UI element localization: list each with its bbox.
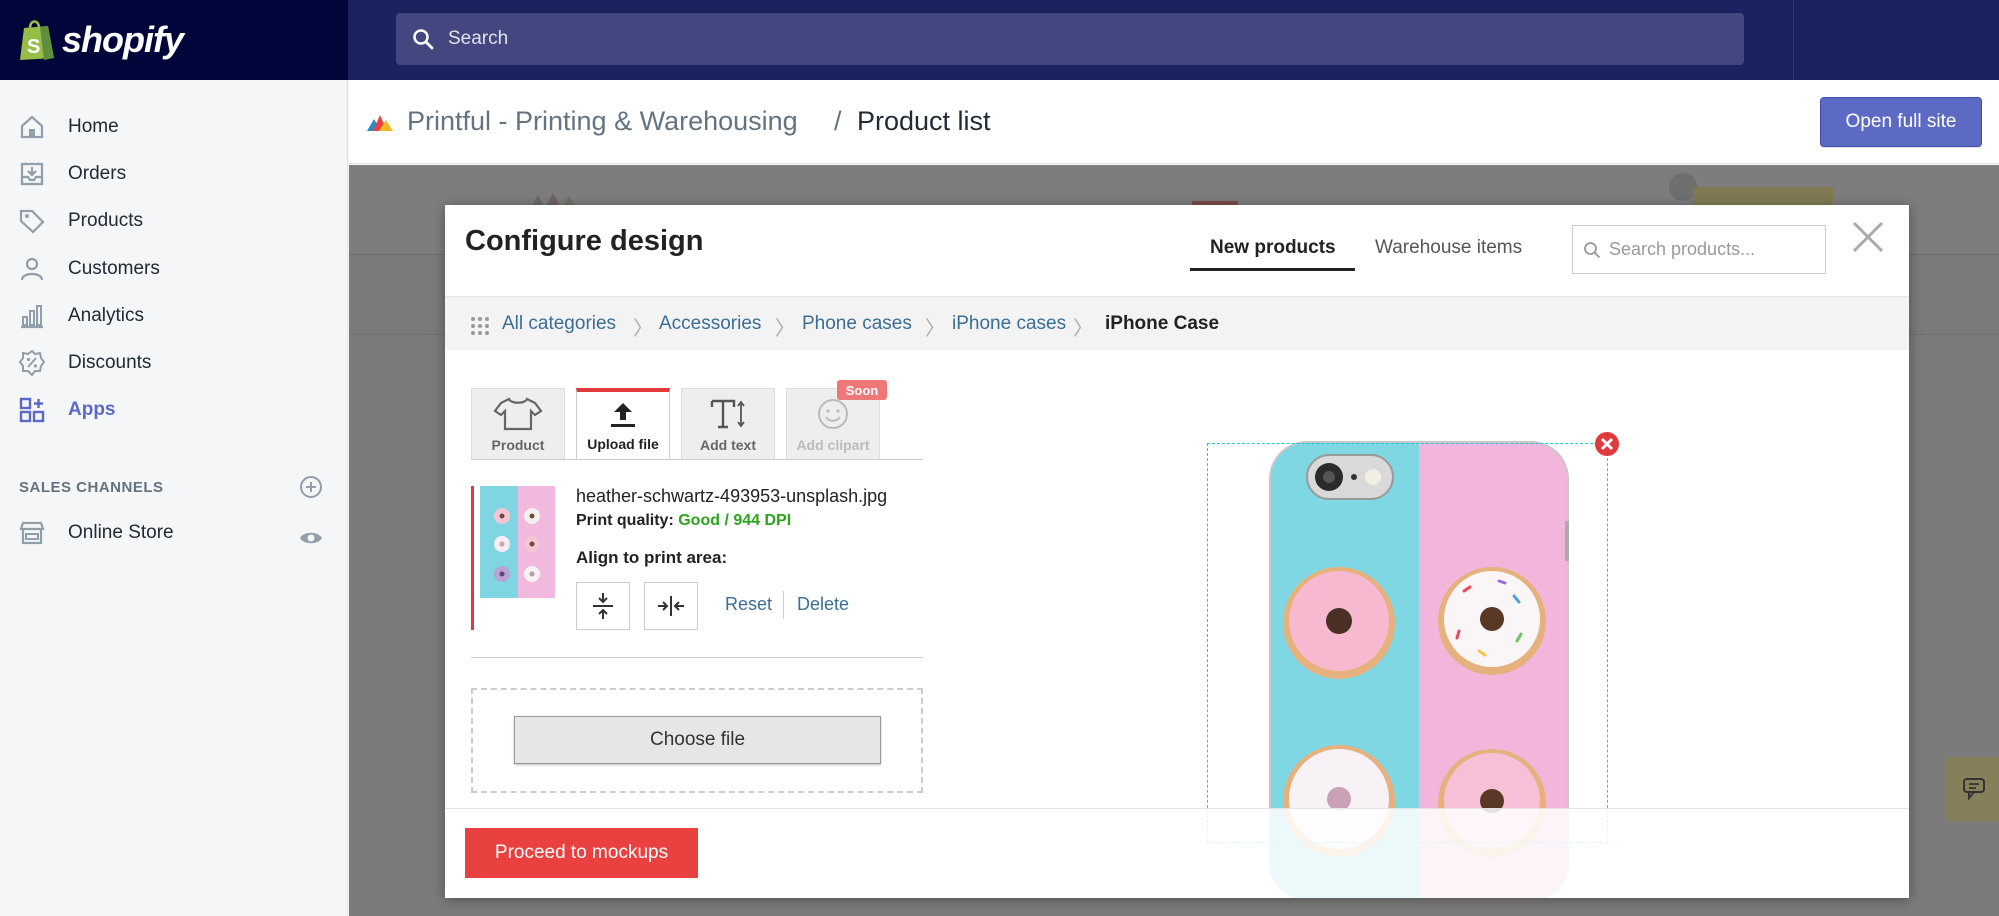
tool-label: Upload file <box>587 436 659 452</box>
app-name-breadcrumb[interactable]: Printful - Printing & Warehousing <box>407 106 798 137</box>
tool-product[interactable]: Product <box>471 388 565 460</box>
printful-logo-icon <box>367 115 393 131</box>
sidebar-label: Home <box>68 116 119 137</box>
chevron-right-icon: 〉 <box>633 318 653 340</box>
sidebar-label: Online Store <box>68 522 174 543</box>
sidebar-item-analytics[interactable]: Analytics <box>0 293 347 339</box>
chat-widget-button[interactable] <box>1945 757 1999 821</box>
breadcrumb-iphone-cases[interactable]: iPhone cases <box>952 313 1066 335</box>
shopify-logo[interactable]: S shopify <box>0 0 348 80</box>
chat-icon <box>1963 778 1985 801</box>
delete-button[interactable]: Delete <box>797 594 849 615</box>
sidebar-item-online-store[interactable]: Online Store <box>0 510 347 556</box>
align-label: Align to print area: <box>576 548 728 567</box>
tool-label: Add clipart <box>796 437 870 453</box>
print-quality-label: Print quality: <box>576 512 674 529</box>
selected-file-accent <box>471 486 474 630</box>
app-header: Printful - Printing & Warehousing / Prod… <box>349 80 1999 164</box>
search-icon <box>413 29 434 50</box>
add-circle-icon[interactable] <box>298 474 324 500</box>
open-full-site-button[interactable]: Open full site <box>1820 97 1982 147</box>
sidebar-label: Apps <box>68 399 116 420</box>
product-search-input[interactable] <box>1609 239 1809 260</box>
align-vertical-icon <box>593 593 613 619</box>
configure-design-modal: Configure design New products Warehouse … <box>445 205 1909 898</box>
modal-footer: Proceed to mockups <box>445 808 1909 898</box>
divider <box>783 591 784 619</box>
chevron-right-icon: 〉 <box>925 318 945 340</box>
tool-upload-file[interactable]: Upload file <box>576 388 670 460</box>
soon-badge: Soon <box>837 380 887 400</box>
reset-button[interactable]: Reset <box>725 594 772 615</box>
print-quality: Print quality: Good / 944 DPI <box>576 512 791 530</box>
sidebar-item-home[interactable]: Home <box>0 104 347 150</box>
global-search-input[interactable]: Search <box>396 13 1744 65</box>
bar-chart-icon <box>21 305 43 329</box>
sidebar-item-discounts[interactable]: Discounts <box>0 340 347 386</box>
sidebar-item-products[interactable]: Products <box>0 198 347 244</box>
tag-icon <box>19 209 45 234</box>
tshirt-icon <box>493 397 543 431</box>
remove-image-icon[interactable] <box>1594 431 1620 457</box>
orders-icon <box>20 162 44 186</box>
sidebar-label: Products <box>68 210 143 231</box>
choose-file-button[interactable]: Choose file <box>514 716 881 764</box>
sidebar-label: Orders <box>68 163 127 184</box>
product-search[interactable] <box>1572 225 1826 274</box>
sidebar-item-customers[interactable]: Customers <box>0 246 347 292</box>
grid-icon <box>471 317 489 335</box>
chevron-right-icon: 〉 <box>1073 318 1093 340</box>
close-icon[interactable] <box>1850 219 1886 255</box>
text-icon <box>710 399 745 429</box>
topbar-divider <box>1793 0 1794 80</box>
align-vertical-center-button[interactable] <box>576 582 630 630</box>
file-thumbnail[interactable] <box>480 486 555 598</box>
chevron-right-icon: 〉 <box>775 318 795 340</box>
proceed-to-mockups-button[interactable]: Proceed to mockups <box>465 828 698 878</box>
sidebar-label: Analytics <box>68 305 145 326</box>
shopify-bag-icon: S <box>20 20 54 60</box>
apps-icon <box>19 397 45 423</box>
sidebar-item-apps[interactable]: Apps <box>0 387 347 433</box>
tool-add-text[interactable]: Add text <box>681 388 775 460</box>
divider <box>471 657 923 658</box>
category-breadcrumb: All categories 〉 Accessories 〉 Phone cas… <box>445 296 1909 350</box>
upload-icon <box>611 403 635 427</box>
home-icon <box>20 115 44 139</box>
sidebar-label: Customers <box>68 258 160 279</box>
discount-icon <box>18 349 46 377</box>
eye-icon[interactable] <box>298 525 324 551</box>
breadcrumb-iphone-case: iPhone Case <box>1105 313 1220 334</box>
active-tab-underline <box>1190 268 1355 271</box>
file-name: heather-schwartz-493953-unsplash.jpg <box>576 486 888 506</box>
top-bar: S shopify Search <box>0 0 1999 80</box>
store-icon <box>19 521 45 545</box>
search-icon <box>1584 241 1601 258</box>
smiley-icon <box>818 399 848 429</box>
svg-text:S: S <box>27 36 40 58</box>
file-drop-area[interactable]: Choose file <box>471 688 923 793</box>
person-icon <box>20 257 44 281</box>
sidebar-item-orders[interactable]: Orders <box>0 151 347 197</box>
sidebar: Home Orders Products Customers Analytics… <box>0 80 348 916</box>
modal-title: Configure design <box>465 225 704 257</box>
shopify-wordmark: shopify <box>62 19 184 60</box>
breadcrumb-accessories[interactable]: Accessories <box>659 313 761 335</box>
sidebar-label: Discounts <box>68 352 152 373</box>
print-quality-value: Good / 944 DPI <box>678 512 792 529</box>
sales-channels-heading: SALES CHANNELS <box>19 479 164 496</box>
divider <box>471 459 923 460</box>
print-area-outline[interactable] <box>1207 443 1608 843</box>
breadcrumb-phone-cases[interactable]: Phone cases <box>802 313 912 335</box>
breadcrumb-separator: / <box>834 106 842 136</box>
tool-label: Add text <box>700 437 756 453</box>
tab-new-products[interactable]: New products <box>1210 237 1336 259</box>
search-placeholder: Search <box>448 28 509 49</box>
tool-label: Product <box>491 437 545 453</box>
tab-warehouse-items[interactable]: Warehouse items <box>1375 237 1522 259</box>
align-horizontal-center-button[interactable] <box>644 582 698 630</box>
page-title: Product list <box>857 106 991 136</box>
breadcrumb-all-categories[interactable]: All categories <box>502 313 616 335</box>
align-horizontal-icon <box>658 596 684 616</box>
